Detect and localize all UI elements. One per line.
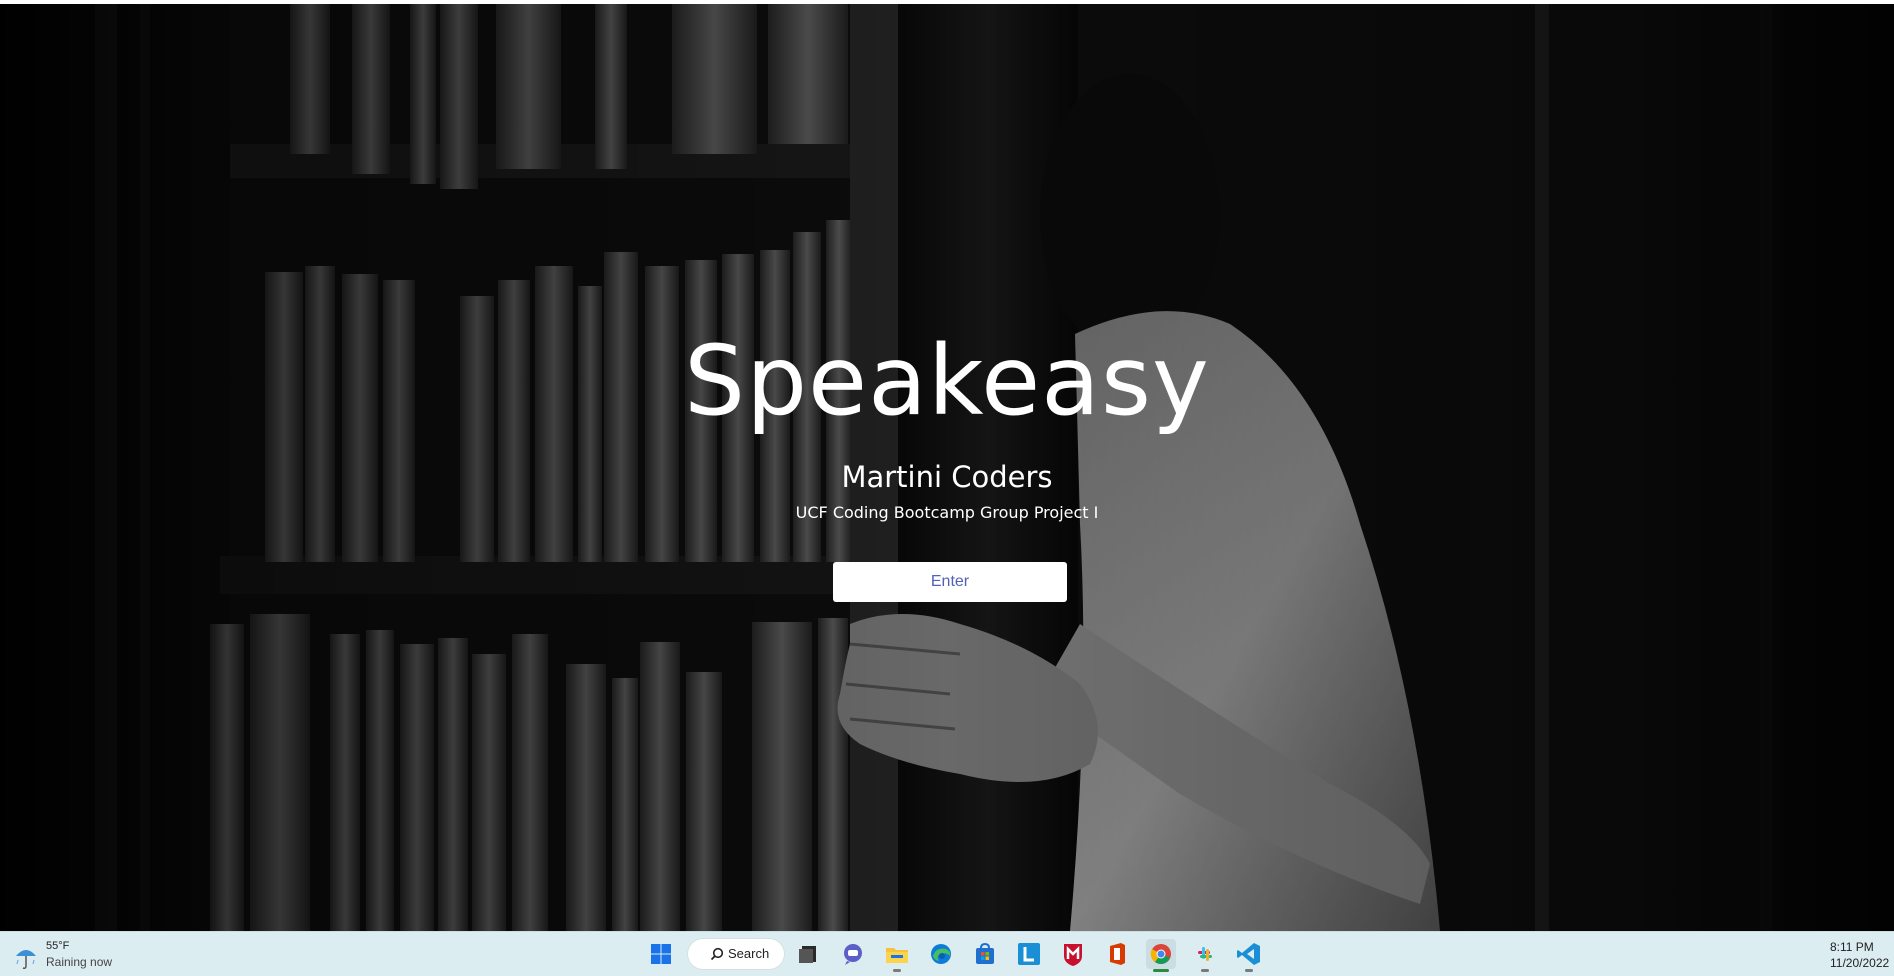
taskbar-search[interactable]: Search [688, 939, 784, 969]
mcafee-icon[interactable] [1058, 939, 1088, 969]
hero-section: Speakeasy Martini Coders UCF Coding Boot… [0, 4, 1894, 931]
search-icon [710, 947, 724, 961]
clock-time: 8:11 PM [1830, 940, 1874, 954]
windows-start-icon[interactable] [646, 939, 676, 969]
app-running-indicator [1201, 969, 1209, 972]
page-title: Speakeasy [684, 325, 1210, 437]
teams-chat-icon[interactable] [838, 939, 868, 969]
team-name: Martini Coders [841, 460, 1053, 494]
weather-condition: Raining now [46, 955, 113, 969]
app-running-indicator [893, 969, 901, 972]
enter-button[interactable]: Enter [833, 562, 1067, 602]
chrome-icon[interactable] [1146, 939, 1176, 972]
file-explorer-icon[interactable] [882, 939, 912, 972]
office-icon[interactable] [1102, 939, 1132, 969]
app-running-indicator [1245, 969, 1253, 972]
vscode-icon[interactable] [1234, 939, 1264, 972]
system-clock[interactable]: 8:11 PM 11/20/2022 [1830, 939, 1894, 971]
weather-temperature: 55°F [46, 940, 70, 952]
l-app-icon[interactable] [1014, 939, 1044, 969]
rain-umbrella-icon [16, 950, 36, 969]
hero-content: Speakeasy Martini Coders UCF Coding Boot… [0, 4, 1894, 931]
project-tagline: UCF Coding Bootcamp Group Project I [795, 503, 1099, 522]
search-label: Search [728, 946, 770, 961]
slack-icon[interactable] [1190, 939, 1220, 972]
task-view-icon[interactable] [794, 939, 824, 969]
clock-date: 11/20/2022 [1830, 956, 1890, 970]
edge-browser-icon[interactable] [926, 939, 956, 969]
windows-taskbar: 55°F Raining now Search 8:11 PM 11/20/20… [0, 931, 1894, 976]
app-active-indicator [1153, 969, 1169, 972]
microsoft-store-icon[interactable] [970, 939, 1000, 969]
